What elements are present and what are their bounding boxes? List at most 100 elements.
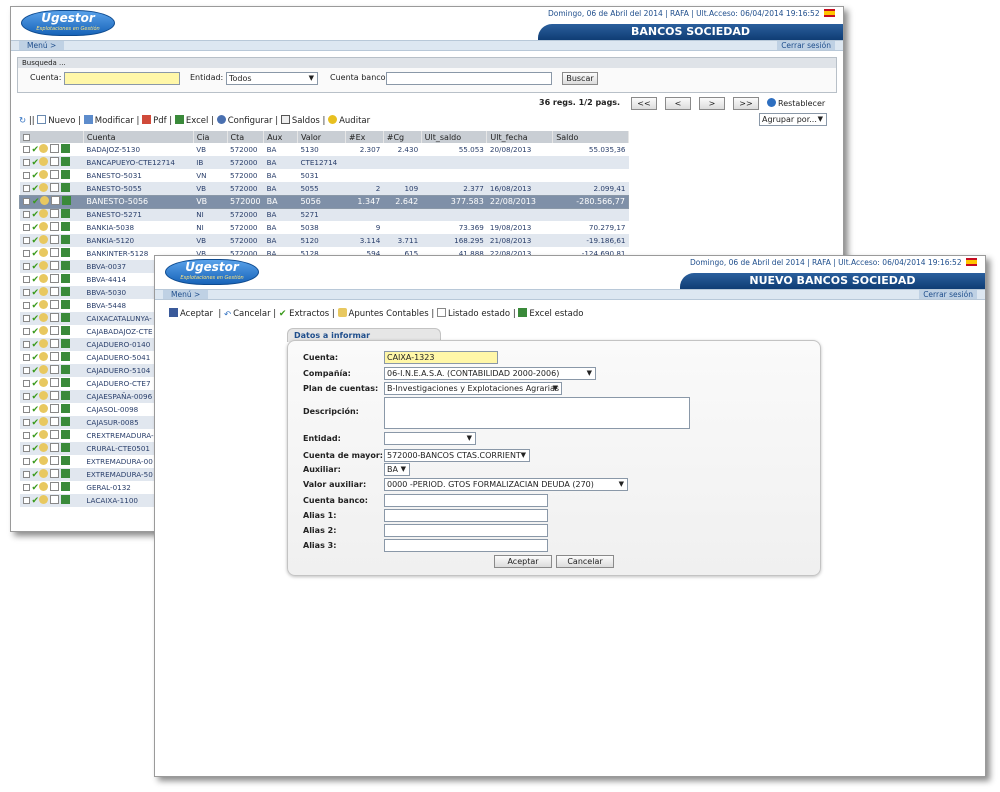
row-checkbox[interactable]: [22, 159, 30, 166]
check-icon[interactable]: ✔: [32, 392, 40, 402]
check-icon[interactable]: ✔: [32, 496, 40, 506]
coins-icon[interactable]: [39, 300, 49, 309]
column-header[interactable]: Cia: [193, 131, 228, 143]
aceptar-toolbar-button[interactable]: Aceptar: [169, 308, 213, 319]
excel-icon[interactable]: [61, 182, 71, 192]
check-icon[interactable]: ✔: [32, 184, 40, 194]
aceptar-button[interactable]: Aceptar: [494, 555, 552, 568]
excel-icon[interactable]: [61, 261, 71, 270]
spain-flag-icon[interactable]: [824, 9, 835, 17]
excel-icon[interactable]: [61, 339, 71, 348]
column-header[interactable]: Saldo: [552, 131, 629, 143]
check-icon[interactable]: ✔: [32, 171, 40, 181]
listado-button[interactable]: Listado estado: [436, 308, 510, 319]
row-checkbox[interactable]: [22, 341, 30, 348]
table-row[interactable]: ✔ BANESTO-5055 VB 572000 BA 5055 2 109 2.377 16/0…: [19, 182, 629, 195]
ugestor-logo[interactable]: Ugestor Explotaciones en Gestión: [165, 259, 259, 285]
coins-icon[interactable]: [39, 365, 49, 374]
document-icon[interactable]: [50, 287, 60, 296]
document-icon[interactable]: [50, 157, 60, 166]
excel-icon[interactable]: [61, 391, 71, 400]
entidad-select[interactable]: ▼: [384, 432, 476, 445]
coins-icon[interactable]: [39, 209, 49, 219]
check-icon[interactable]: ✔: [32, 236, 40, 246]
excel-icon[interactable]: [61, 144, 71, 153]
row-checkbox[interactable]: [22, 354, 30, 361]
coins-icon[interactable]: [39, 235, 49, 244]
excel-icon[interactable]: [61, 248, 71, 257]
nuevo-button[interactable]: Nuevo: [37, 115, 75, 126]
coins-icon[interactable]: [39, 222, 49, 231]
document-icon[interactable]: [50, 417, 60, 426]
check-icon[interactable]: ✔: [32, 262, 40, 272]
excel-icon[interactable]: [61, 287, 71, 296]
row-checkbox[interactable]: [22, 484, 30, 491]
cancelar-toolbar-button[interactable]: ↶ Cancelar: [224, 309, 271, 320]
coins-icon[interactable]: [39, 313, 49, 322]
coins-icon[interactable]: [39, 417, 49, 426]
menu-button[interactable]: Menú >: [19, 41, 65, 50]
coins-icon[interactable]: [39, 391, 49, 400]
excel-icon[interactable]: [61, 209, 71, 219]
check-icon[interactable]: ✔: [32, 210, 40, 220]
spain-flag-icon[interactable]: [966, 258, 977, 266]
cuenta-mayor-select[interactable]: 572000-BANCOS CTAS.CORRIENT ▼: [384, 449, 530, 462]
cancelar-button[interactable]: Cancelar: [556, 555, 614, 568]
restablecer-link[interactable]: Restablecer: [767, 98, 825, 108]
coins-icon[interactable]: [39, 339, 49, 348]
coins-icon[interactable]: [39, 326, 49, 335]
auxiliar-select[interactable]: BA ▼: [384, 463, 410, 476]
coins-icon[interactable]: [39, 170, 49, 179]
column-header[interactable]: #Cg: [383, 131, 422, 143]
cuenta-input[interactable]: CAIXA-1323: [384, 351, 498, 364]
coins-icon[interactable]: [39, 443, 49, 452]
cuenta-search-input[interactable]: [64, 72, 180, 85]
coins-icon[interactable]: [39, 378, 49, 387]
excel-icon[interactable]: [61, 482, 71, 491]
document-icon[interactable]: [50, 209, 60, 219]
excel-icon[interactable]: [61, 222, 71, 231]
document-icon[interactable]: [50, 195, 60, 205]
cuenta-banco-input[interactable]: [384, 494, 548, 507]
coins-icon[interactable]: [39, 469, 49, 478]
document-icon[interactable]: [50, 300, 60, 309]
column-header[interactable]: Cta: [227, 131, 265, 143]
document-icon[interactable]: [50, 404, 60, 413]
coins-icon[interactable]: [39, 195, 49, 205]
check-icon[interactable]: ✔: [32, 197, 40, 207]
check-icon[interactable]: ✔: [32, 158, 40, 168]
excel-icon[interactable]: [61, 326, 71, 335]
row-checkbox[interactable]: [22, 211, 30, 219]
menu-button[interactable]: Menú >: [163, 290, 209, 299]
buscar-button[interactable]: Buscar: [562, 72, 598, 85]
coins-icon[interactable]: [39, 248, 49, 257]
row-checkbox[interactable]: [22, 328, 30, 335]
check-icon[interactable]: ✔: [32, 353, 40, 363]
coins-icon[interactable]: [39, 144, 49, 153]
check-icon[interactable]: ✔: [32, 418, 40, 428]
modificar-button[interactable]: Modificar: [83, 115, 134, 126]
row-checkbox[interactable]: [22, 445, 30, 452]
first-page-button[interactable]: <<: [631, 97, 657, 110]
check-icon[interactable]: ✔: [32, 327, 40, 337]
cuenta-banco-input[interactable]: [386, 72, 552, 85]
descripcion-textarea[interactable]: [384, 397, 690, 429]
document-icon[interactable]: [50, 170, 60, 179]
entidad-select[interactable]: Todos ▼: [226, 72, 318, 85]
check-icon[interactable]: ✔: [32, 470, 40, 480]
row-checkbox[interactable]: [22, 263, 30, 270]
check-icon[interactable]: ✔: [32, 275, 40, 285]
row-checkbox[interactable]: [22, 393, 30, 400]
check-icon[interactable]: ✔: [32, 405, 40, 415]
excel-icon[interactable]: [61, 417, 71, 426]
compania-select[interactable]: 06-I.N.E.A.S.A. (CONTABILIDAD 2000-2006)…: [384, 367, 596, 380]
excel-icon[interactable]: [61, 157, 71, 166]
excel-icon[interactable]: [61, 300, 71, 309]
document-icon[interactable]: [50, 391, 60, 400]
row-checkbox[interactable]: [22, 276, 30, 283]
document-icon[interactable]: [50, 482, 60, 491]
saldos-button[interactable]: Saldos: [280, 115, 320, 126]
row-checkbox[interactable]: [22, 458, 30, 465]
pdf-button[interactable]: Pdf: [142, 115, 167, 126]
row-checkbox[interactable]: [22, 497, 30, 504]
